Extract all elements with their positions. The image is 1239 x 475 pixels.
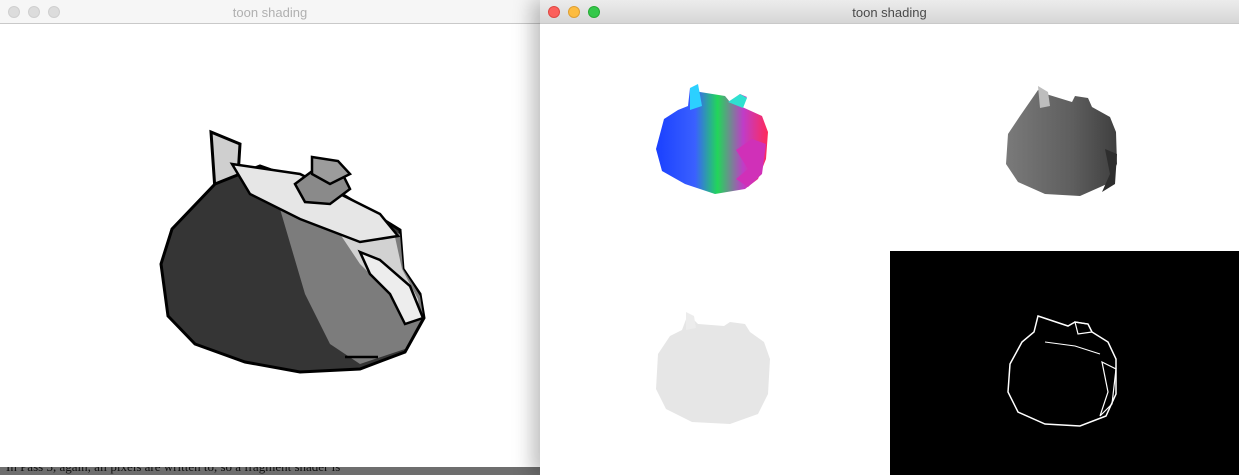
gbuffer-viewport[interactable]: [540, 24, 1239, 475]
right-window-titlebar[interactable]: toon shading: [540, 0, 1239, 24]
right-window: toon shading: [540, 0, 1239, 475]
edge-buffer-panel: [890, 251, 1239, 475]
toon-teapot-viewport[interactable]: [0, 24, 540, 467]
left-window-titlebar[interactable]: toon shading: [0, 0, 540, 24]
background-document: In Pass 3, again, all pixels are written…: [0, 467, 540, 475]
window-title: toon shading: [232, 5, 308, 20]
document-text: In Pass 3, again, all pixels are written…: [6, 467, 340, 475]
left-window: toon shading In Pass 3, again, all pixel…: [0, 0, 540, 475]
mask-buffer-panel: [656, 312, 770, 424]
window-title: toon shading: [852, 5, 927, 20]
depth-buffer-panel: [1006, 86, 1117, 196]
normal-buffer-panel: [656, 84, 768, 194]
